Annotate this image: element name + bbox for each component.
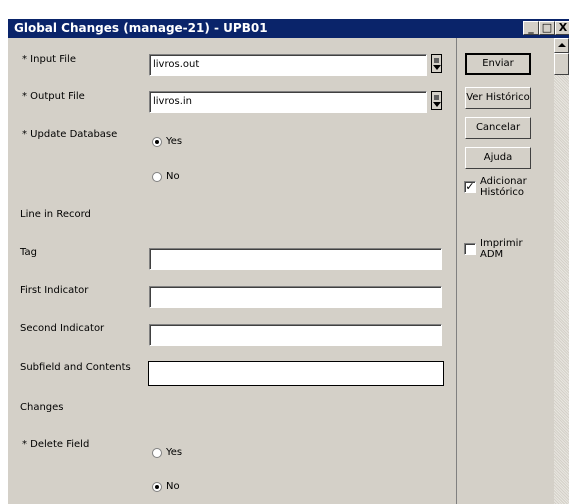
- imprimir-adm-checkbox[interactable]: [464, 243, 476, 255]
- tag-field[interactable]: [149, 248, 442, 270]
- input-file-picker-icon[interactable]: [431, 54, 442, 73]
- changes-label: Changes: [20, 402, 64, 413]
- delete-yes-radio[interactable]: [152, 448, 162, 458]
- scroll-up-arrow-icon[interactable]: [554, 38, 569, 53]
- close-button[interactable]: X: [555, 21, 569, 35]
- delete-yes-label[interactable]: Yes: [166, 447, 182, 458]
- tag-label: Tag: [20, 247, 37, 258]
- adicionar-historico-label-line1: Adicionar: [480, 176, 527, 187]
- second-indicator-label: Second Indicator: [20, 323, 105, 334]
- output-file-picker-icon[interactable]: [431, 91, 442, 110]
- update-db-no-label[interactable]: No: [166, 171, 180, 182]
- maximize-button[interactable]: □: [539, 21, 555, 35]
- second-indicator-field[interactable]: [149, 324, 442, 346]
- update-database-label: * Update Database: [22, 129, 118, 140]
- vertical-scrollbar[interactable]: [554, 38, 569, 504]
- window-title: Global Changes (manage-21) - UPB01: [14, 21, 268, 35]
- first-indicator-label: First Indicator: [20, 285, 89, 296]
- scroll-thumb[interactable]: [554, 53, 569, 75]
- adicionar-historico-label-line2: Histórico: [480, 187, 525, 198]
- update-db-yes-radio[interactable]: [152, 137, 162, 147]
- desktop-top-strip: [0, 0, 569, 19]
- delete-no-label[interactable]: No: [166, 481, 180, 492]
- window-titlebar[interactable]: Global Changes (manage-21) - UPB01 _ □ X: [8, 19, 569, 38]
- input-file-field[interactable]: livros.out: [149, 54, 427, 76]
- update-db-no-radio[interactable]: [152, 172, 162, 182]
- minimize-button[interactable]: _: [523, 21, 539, 35]
- subfield-contents-field[interactable]: [148, 361, 444, 386]
- line-in-record-label: Line in Record: [20, 209, 91, 220]
- imprimir-adm-label-line1: Imprimir: [480, 238, 523, 249]
- delete-no-radio[interactable]: [152, 482, 162, 492]
- output-file-field[interactable]: livros.in: [149, 91, 427, 113]
- adicionar-historico-checkbox[interactable]: ✓: [464, 181, 476, 193]
- action-panel: Enviar Ver Histórico Cancelar Ajuda ✓ Ad…: [456, 38, 555, 504]
- cancelar-button[interactable]: Cancelar: [465, 117, 531, 139]
- output-file-label: * Output File: [22, 91, 85, 102]
- enviar-button[interactable]: Enviar: [465, 53, 531, 75]
- update-db-yes-label[interactable]: Yes: [166, 136, 182, 147]
- first-indicator-field[interactable]: [149, 286, 442, 308]
- ajuda-button[interactable]: Ajuda: [465, 147, 531, 169]
- ver-historico-button[interactable]: Ver Histórico: [465, 87, 531, 109]
- delete-field-label: * Delete Field: [22, 439, 90, 450]
- desktop-left-strip: [0, 0, 8, 504]
- global-changes-form: * Input File livros.out * Output File li…: [8, 38, 456, 504]
- imprimir-adm-label-line2: ADM: [480, 249, 504, 260]
- input-file-label: * Input File: [22, 54, 76, 65]
- subfield-contents-label: Subfield and Contents: [20, 362, 131, 373]
